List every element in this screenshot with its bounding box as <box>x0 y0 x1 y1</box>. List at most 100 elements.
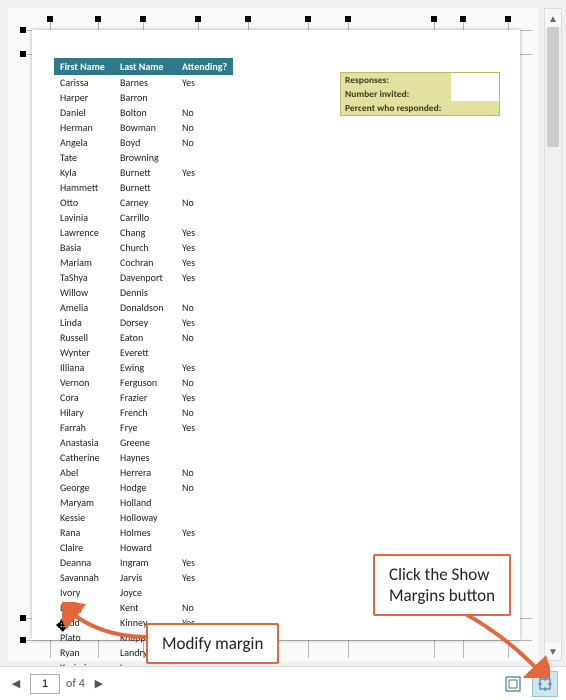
page-preview: First NameLast NameAttending? CarissaBar… <box>32 30 520 640</box>
table-row: HilaryFrenchNo <box>54 405 233 420</box>
table-row: CarissaBarnesYes <box>54 75 233 90</box>
table-cell: Daniel <box>54 105 114 120</box>
table-cell: Davenport <box>114 270 176 285</box>
table-row: HammettBurnett <box>54 180 233 195</box>
table-row: LindaDorseyYes <box>54 315 233 330</box>
table-row: HarperBarron <box>54 90 233 105</box>
table-cell: No <box>176 105 233 120</box>
table-cell: Hodge <box>114 480 176 495</box>
margin-handle[interactable] <box>195 16 201 22</box>
table-cell: Carrillo <box>114 210 176 225</box>
table-row: DeannaIngramYes <box>54 555 233 570</box>
table-cell: Amelia <box>54 300 114 315</box>
page-number-input[interactable] <box>30 674 60 694</box>
table-cell: Illiana <box>54 360 114 375</box>
table-cell: Jarvis <box>114 570 176 585</box>
table-row: RussellEatonNo <box>54 330 233 345</box>
table-cell: Deanna <box>54 555 114 570</box>
table-cell: Yes <box>176 555 233 570</box>
table-cell: Hammett <box>54 180 114 195</box>
summary-value <box>451 101 499 115</box>
callout-show-margins: Click the Show Margins button <box>373 554 511 616</box>
table-cell: Kessie <box>54 510 114 525</box>
table-cell <box>176 510 233 525</box>
table-cell: Burnett <box>114 180 176 195</box>
table-cell: Browning <box>114 150 176 165</box>
table-cell: Boyd <box>114 135 176 150</box>
table-cell: Haynes <box>114 450 176 465</box>
table-cell: Ingram <box>114 555 176 570</box>
table-cell: Wynter <box>54 345 114 360</box>
margin-handle[interactable] <box>20 615 26 621</box>
prev-page-button[interactable]: ◀ <box>8 676 24 692</box>
table-cell: Joyce <box>114 585 176 600</box>
table-cell: Cochran <box>114 255 176 270</box>
summary-row: Number invited: <box>341 87 499 101</box>
table-cell: Barron <box>114 90 176 105</box>
table-row: AbelHerreraNo <box>54 465 233 480</box>
margin-handle[interactable] <box>345 16 351 22</box>
table-cell <box>176 285 233 300</box>
table-cell <box>176 435 233 450</box>
table-row: AmeliaDonaldsonNo <box>54 300 233 315</box>
table-cell: No <box>176 195 233 210</box>
table-cell: Donaldson <box>114 300 176 315</box>
scroll-up-icon[interactable]: ▲ <box>545 9 561 27</box>
table-cell: Frye <box>114 420 176 435</box>
column-header: Attending? <box>176 58 233 75</box>
margin-handle[interactable] <box>305 16 311 22</box>
next-page-button[interactable]: ▶ <box>91 676 107 692</box>
table-row: RanaHolmesYes <box>54 525 233 540</box>
table-cell: Ivory <box>54 585 114 600</box>
table-cell: Church <box>114 240 176 255</box>
summary-row: Percent who responded: <box>341 101 499 115</box>
margin-handle[interactable] <box>245 16 251 22</box>
scroll-thumb[interactable] <box>547 27 559 147</box>
summary-label: Responses: <box>341 73 451 87</box>
margin-handle[interactable] <box>20 637 26 643</box>
table-cell: Holloway <box>114 510 176 525</box>
table-cell: No <box>176 405 233 420</box>
margin-handle[interactable] <box>20 51 26 57</box>
table-cell: Mariam <box>54 255 114 270</box>
table-row: DanielBoltonNo <box>54 105 233 120</box>
table-row: LaviniaCarrillo <box>54 210 233 225</box>
summary-value <box>451 87 499 101</box>
table-row: CatherineHaynes <box>54 450 233 465</box>
table-row: FarrahFryeYes <box>54 420 233 435</box>
margin-handle[interactable] <box>95 16 101 22</box>
table-cell: Everett <box>114 345 176 360</box>
table-cell: Howard <box>114 540 176 555</box>
margin-handle[interactable] <box>47 16 53 22</box>
table-cell: Linda <box>54 315 114 330</box>
table-cell <box>176 540 233 555</box>
table-cell: Yes <box>176 255 233 270</box>
table-row: SavannahJarvisYes <box>54 570 233 585</box>
table-cell: Barnes <box>114 75 176 90</box>
table-cell: Abel <box>54 465 114 480</box>
table-cell: Maryam <box>54 495 114 510</box>
table-cell: Holland <box>114 495 176 510</box>
table-cell: Hilary <box>54 405 114 420</box>
table-cell: Yes <box>176 360 233 375</box>
table-cell: Harper <box>54 90 114 105</box>
table-cell <box>176 495 233 510</box>
margin-handle[interactable] <box>505 16 511 22</box>
table-row: WillowDennis <box>54 285 233 300</box>
column-header: Last Name <box>114 58 176 75</box>
table-cell: Holmes <box>114 525 176 540</box>
table-cell: Greene <box>114 435 176 450</box>
margin-handle[interactable] <box>20 27 26 33</box>
table-cell: No <box>176 300 233 315</box>
vertical-scrollbar[interactable]: ▲ ▼ <box>544 8 562 661</box>
table-cell: Catherine <box>54 450 114 465</box>
table-cell: No <box>176 465 233 480</box>
margin-handle[interactable] <box>431 16 437 22</box>
margin-handle[interactable] <box>460 16 466 22</box>
margin-handle[interactable] <box>140 16 146 22</box>
column-header: First Name <box>54 58 114 75</box>
table-cell: French <box>114 405 176 420</box>
table-cell: Yes <box>176 75 233 90</box>
table-row: AnastasiaGreene <box>54 435 233 450</box>
page-total-label: of 4 <box>66 677 85 691</box>
